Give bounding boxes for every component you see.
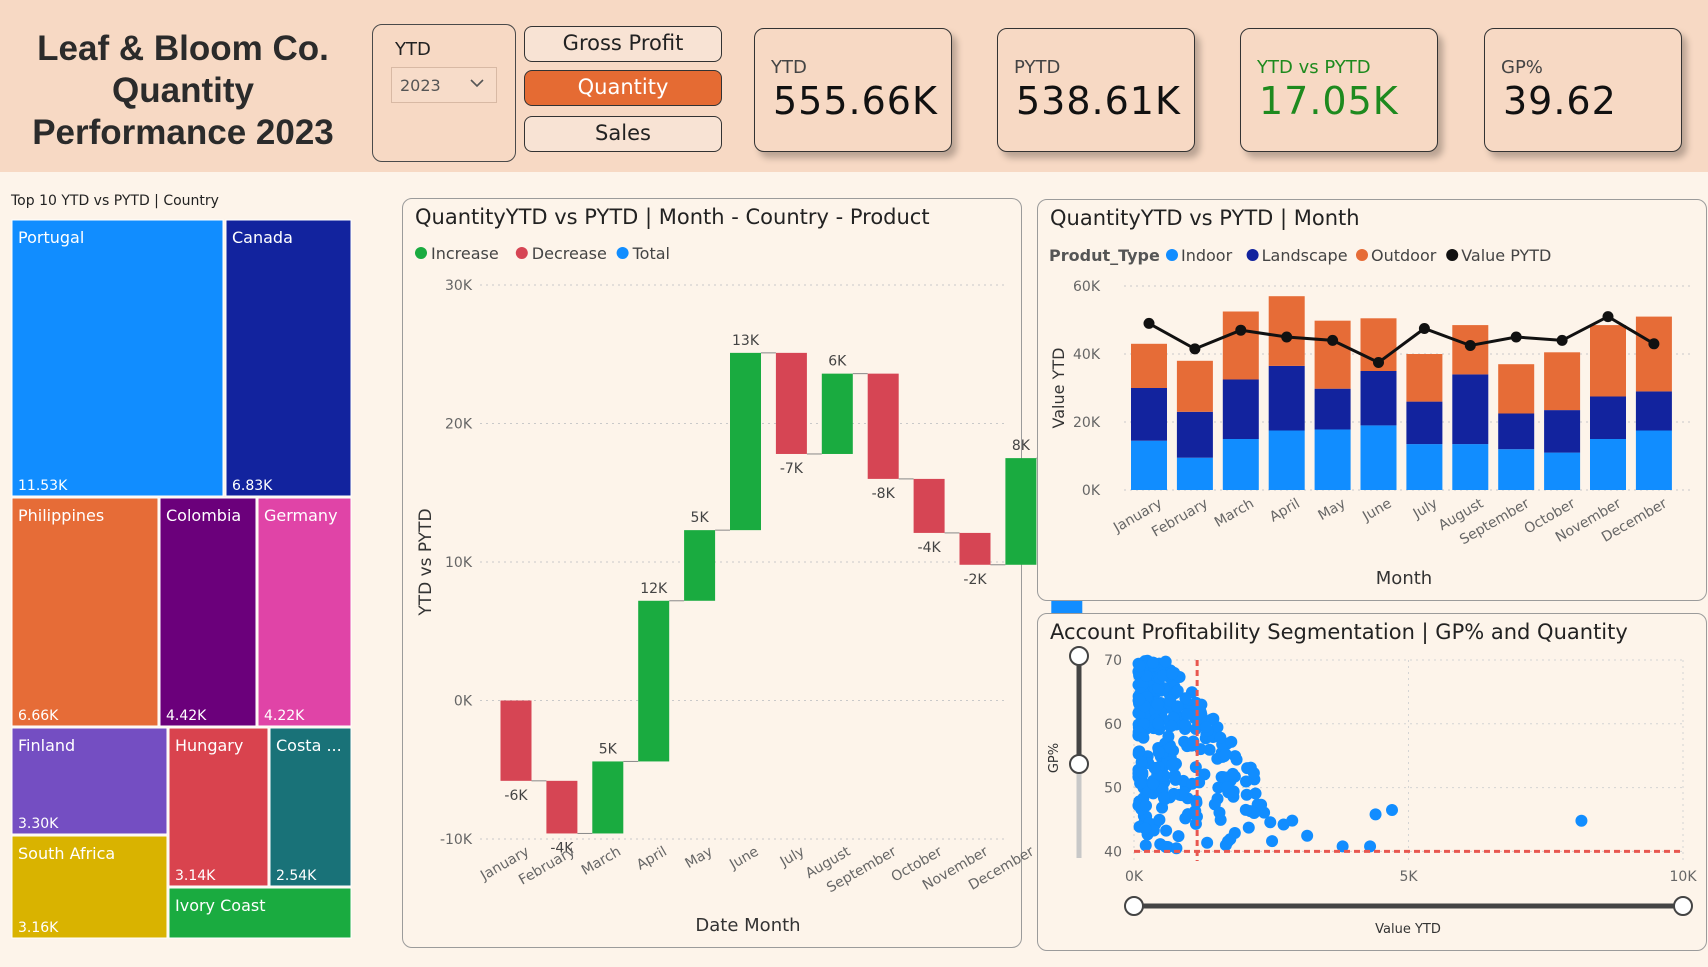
y-range-slider-handle[interactable] [1069, 646, 1089, 666]
x-range-slider-handle[interactable] [1673, 896, 1693, 916]
year-filter-card: YTD 2023 [372, 24, 516, 162]
chevron-down-icon [468, 74, 486, 96]
header-bar: Leaf & Bloom Co. Quantity Performance 20… [0, 0, 1708, 172]
title-line-1: Leaf & Bloom Co. [37, 29, 329, 68]
title-line-3: Performance 2023 [32, 113, 334, 152]
kpi-card-ytd: YTD 555.66K [754, 28, 952, 152]
treemap-tile-canada [225, 219, 352, 497]
kpi-label: PYTD [1014, 57, 1061, 78]
treemap-label: Hungary [175, 736, 243, 755]
kpi-value: 39.62 [1503, 79, 1617, 123]
treemap-label: Canada [232, 228, 293, 247]
treemap-label: Finland [18, 736, 75, 755]
treemap-label: Portugal [18, 228, 84, 247]
kpi-value: 538.61K [1016, 79, 1181, 123]
kpi-label: YTD [771, 57, 807, 78]
y-range-slider-handle[interactable] [1069, 754, 1089, 774]
treemap-label: Philippines [18, 506, 104, 525]
treemap-label: Ivory Coast [175, 896, 265, 915]
kpi-value: 555.66K [773, 79, 938, 123]
title-line-2: Quantity [112, 71, 254, 110]
kpi-card-ytd-vs-pytd: YTD vs PYTD 17.05K [1240, 28, 1438, 152]
stacked-bar-panel: QuantityYTD vs PYTD | Month [1037, 199, 1707, 601]
treemap-value: 3.16K [18, 920, 59, 936]
kpi-card-pytd: PYTD 538.61K [997, 28, 1195, 152]
kpi-label: YTD vs PYTD [1257, 57, 1371, 78]
treemap-tile-germany [257, 497, 352, 727]
treemap-tile-colombia [159, 497, 257, 727]
quantity-button[interactable]: Quantity [524, 70, 722, 106]
kpi-value: 17.05K [1259, 79, 1399, 123]
treemap-value: 4.42K [166, 708, 207, 724]
treemap-value: 6.66K [18, 708, 59, 724]
treemap-value: 4.22K [264, 708, 305, 724]
gross-profit-button[interactable]: Gross Profit [524, 26, 722, 62]
stacked-bar-title: QuantityYTD vs PYTD | Month [1050, 206, 1360, 230]
treemap-value: 2.54K [276, 868, 317, 884]
treemap-label: Germany [264, 506, 338, 525]
sales-button[interactable]: Sales [524, 116, 722, 152]
treemap-tile-philippines [11, 497, 159, 727]
treemap-label: Costa ... [276, 736, 342, 755]
treemap-tile-portugal [11, 219, 224, 497]
waterfall-title: QuantityYTD vs PYTD | Month - Country - … [415, 205, 930, 229]
scatter-title: Account Profitability Segmentation | GP%… [1050, 620, 1628, 644]
year-dropdown-value: 2023 [400, 76, 441, 95]
x-range-slider-handle[interactable] [1124, 896, 1144, 916]
treemap-value: 3.14K [175, 868, 216, 884]
kpi-label: GP% [1501, 57, 1543, 78]
treemap-title: Top 10 YTD vs PYTD | Country [11, 193, 219, 209]
treemap-label: Colombia [166, 506, 241, 525]
treemap-value: 3.30K [18, 816, 59, 832]
kpi-card-gp-percent: GP% 39.62 [1484, 28, 1682, 152]
filter-label: YTD [395, 39, 431, 60]
waterfall-panel: QuantityYTD vs PYTD | Month - Country - … [402, 198, 1022, 948]
treemap-value: 11.53K [18, 478, 68, 494]
treemap-value: 6.83K [232, 478, 273, 494]
page-title: Leaf & Bloom Co. Quantity Performance 20… [18, 28, 348, 154]
year-dropdown[interactable]: 2023 [391, 67, 497, 103]
treemap-label: South Africa [18, 844, 115, 863]
